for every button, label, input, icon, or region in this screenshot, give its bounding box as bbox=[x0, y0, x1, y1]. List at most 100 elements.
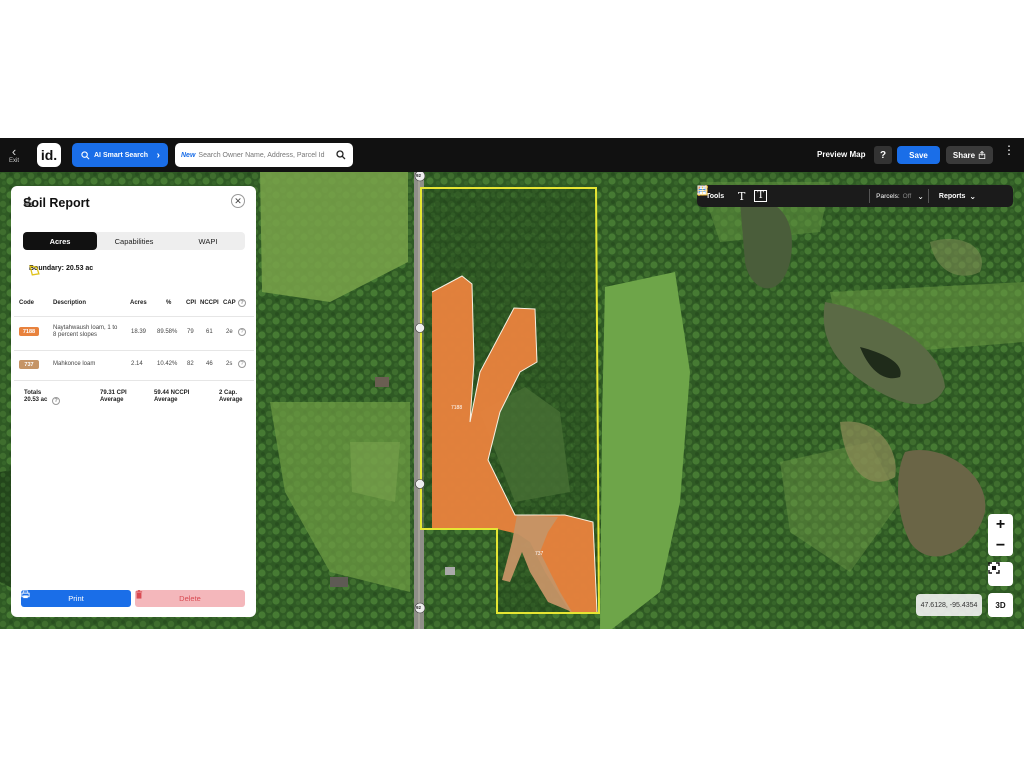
row-cpi: 79 bbox=[187, 329, 194, 335]
row-percent: 89.58% bbox=[157, 329, 178, 335]
tools-label: Tools bbox=[706, 192, 725, 200]
parcels-state: Off bbox=[902, 192, 912, 200]
row-percent: 10.42% bbox=[157, 361, 178, 367]
row-divider bbox=[14, 380, 254, 381]
app-window: ‹ Exit id. AI Smart Search › New Search … bbox=[0, 138, 1024, 629]
soil-code-badge: 7188 bbox=[19, 327, 39, 336]
row-acres: 18.39 bbox=[131, 329, 147, 335]
search-icon[interactable] bbox=[336, 150, 346, 160]
preview-map-button[interactable]: Preview Map bbox=[817, 150, 865, 159]
ai-smart-search-button[interactable]: AI Smart Search › bbox=[72, 143, 168, 167]
share-button[interactable]: Share bbox=[946, 146, 993, 164]
help-icon[interactable]: ? bbox=[52, 397, 60, 405]
zoom-out-button[interactable]: − bbox=[996, 537, 1005, 555]
focus-icon bbox=[988, 562, 1000, 574]
parcels-toggle[interactable]: Parcels: Off ⌄ bbox=[697, 185, 924, 201]
row-cap: 2e bbox=[226, 329, 233, 335]
help-icon[interactable]: ? bbox=[238, 328, 246, 336]
reports-dropdown[interactable]: Reports ⌄ bbox=[697, 185, 977, 201]
toolbar-divider bbox=[927, 189, 929, 203]
row-cap: 2s bbox=[226, 361, 233, 367]
text-tool-icon[interactable]: T bbox=[732, 185, 751, 207]
circle-tool-icon[interactable] bbox=[697, 185, 827, 207]
row-cpi: 82 bbox=[187, 361, 194, 367]
header-percent: % bbox=[166, 300, 172, 306]
save-button[interactable]: Save bbox=[897, 146, 940, 164]
reports-label: Reports bbox=[938, 192, 966, 200]
report-tabs: Acres Capabilities WAPI bbox=[23, 232, 245, 250]
print-button[interactable]: Print bbox=[21, 590, 131, 607]
reports-icon bbox=[697, 185, 707, 195]
delete-button[interactable]: Delete bbox=[135, 590, 245, 607]
logo[interactable]: id. bbox=[37, 143, 61, 167]
help-icon[interactable]: ? bbox=[238, 299, 246, 307]
chevron-right-icon: › bbox=[156, 149, 160, 161]
print-label: Print bbox=[68, 594, 84, 603]
tab-wapi[interactable]: WAPI bbox=[171, 232, 245, 250]
header-nccpi: NCCPI bbox=[200, 300, 219, 306]
header-cap: CAP bbox=[223, 300, 236, 306]
panel-header: Soil Report bbox=[23, 196, 90, 210]
totals-cap: 2 Cap. bbox=[219, 390, 238, 396]
satellite-map[interactable]: 92 92 7188 737 Tools T T Parcels: Off ⌄ … bbox=[0, 172, 1024, 629]
share-icon bbox=[978, 151, 986, 159]
chevron-down-icon: ⌄ bbox=[969, 191, 977, 201]
help-icon[interactable]: ? bbox=[238, 360, 246, 368]
header-description: Description bbox=[53, 300, 87, 306]
scissors-icon[interactable] bbox=[697, 185, 846, 207]
totals-cpi: 79.31 CPI bbox=[100, 390, 127, 396]
more-menu-icon[interactable]: ⋮ bbox=[1003, 144, 1015, 156]
top-bar: ‹ Exit id. AI Smart Search › New Search … bbox=[0, 138, 1024, 172]
row-nccpi: 61 bbox=[206, 329, 213, 335]
text-box-tool-icon[interactable]: T bbox=[751, 185, 770, 207]
tab-acres[interactable]: Acres bbox=[23, 232, 97, 250]
soil-report-icon bbox=[23, 196, 35, 207]
share-label: Share bbox=[952, 150, 976, 160]
chevron-down-icon: ⌄ bbox=[917, 191, 924, 201]
soil-label-7188: 7188 bbox=[451, 405, 463, 411]
parcels-label: Parcels: bbox=[876, 192, 900, 200]
soil-report-panel: Soil Report ✕ Acres Capabilities WAPI Bo… bbox=[11, 186, 256, 617]
totals-cap-sub: Average bbox=[219, 397, 243, 403]
table-header: Code Description Acres % CPI NCCPI CAP ? bbox=[19, 299, 251, 310]
totals-nccpi: 59.44 NCCPI bbox=[154, 390, 190, 396]
coordinates-readout: 47.6128, -95.4354 bbox=[916, 594, 982, 616]
exit-label: Exit bbox=[8, 158, 19, 164]
soil-label-737: 737 bbox=[535, 551, 544, 557]
header-code: Code bbox=[19, 300, 34, 306]
toolbar-divider bbox=[869, 189, 871, 203]
row-divider bbox=[14, 316, 254, 317]
printer-icon[interactable] bbox=[698, 185, 865, 207]
close-icon: ✕ bbox=[234, 195, 242, 206]
road-shield-top: 92 bbox=[416, 173, 422, 178]
header-acres: Acres bbox=[130, 300, 147, 306]
3d-toggle-button[interactable]: 3D bbox=[988, 593, 1013, 617]
trash-icon bbox=[135, 590, 143, 599]
zoom-controls: + − bbox=[988, 514, 1013, 556]
row-divider bbox=[14, 350, 254, 351]
boundary-summary: Boundary: 20.53 ac bbox=[29, 265, 93, 276]
delete-label: Delete bbox=[179, 594, 201, 603]
header-cpi: CPI bbox=[186, 300, 197, 306]
ruler-icon[interactable] bbox=[697, 185, 789, 207]
new-tag: New bbox=[181, 151, 196, 159]
search-input[interactable]: New Search Owner Name, Address, Parcel I… bbox=[175, 143, 353, 167]
ai-smart-search-label: AI Smart Search bbox=[94, 151, 149, 159]
soil-code-badge: 737 bbox=[19, 360, 39, 369]
sparkle-icon bbox=[81, 150, 90, 159]
help-button[interactable]: ? bbox=[874, 146, 892, 164]
row-description-line2: 8 percent slopes bbox=[53, 332, 98, 338]
totals-acres: 20.53 ac bbox=[24, 397, 48, 403]
tab-capabilities[interactable]: Capabilities bbox=[97, 232, 171, 250]
close-button[interactable]: ✕ bbox=[231, 194, 245, 208]
recenter-button[interactable] bbox=[988, 562, 1013, 586]
globe-icon[interactable] bbox=[697, 185, 808, 207]
zoom-in-button[interactable]: + bbox=[996, 516, 1005, 534]
search-placeholder: Search Owner Name, Address, Parcel Id bbox=[198, 151, 325, 159]
exit-button[interactable]: ‹ Exit bbox=[0, 138, 28, 172]
row-description-line1: Naytahwaush loam, 1 to bbox=[53, 325, 118, 331]
boundary-polygon-icon bbox=[29, 265, 40, 276]
row-description-line1: Mahkonce loam bbox=[53, 361, 96, 367]
road-shield-bottom: 92 bbox=[416, 605, 422, 610]
totals-cpi-sub: Average bbox=[100, 397, 124, 403]
